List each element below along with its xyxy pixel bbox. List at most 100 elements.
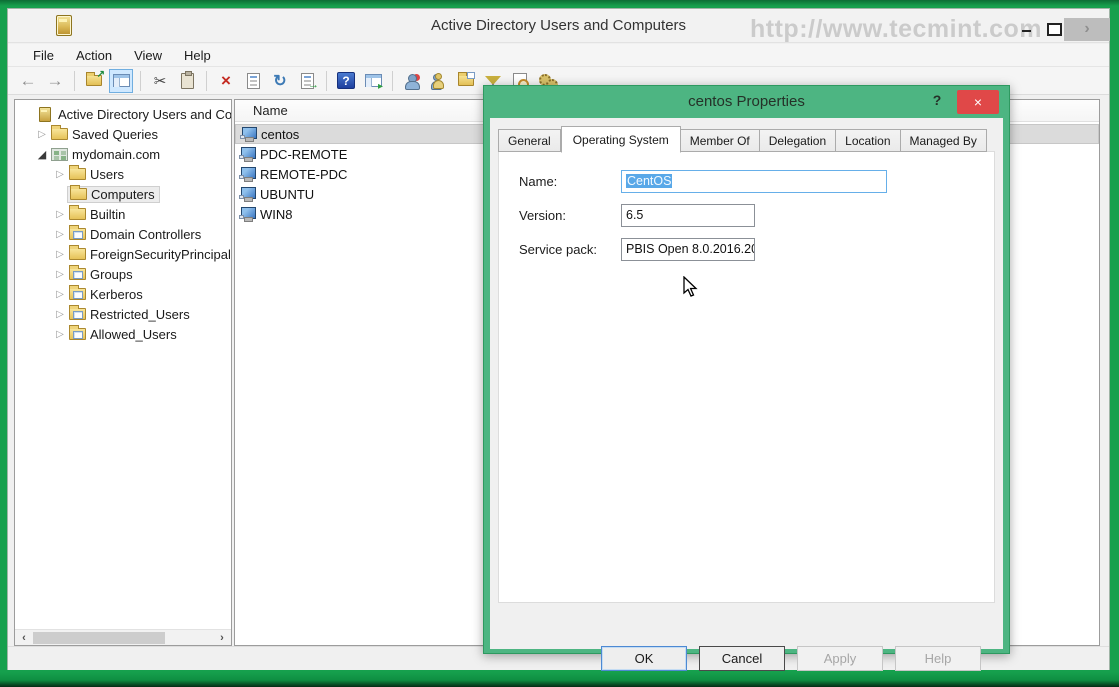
list-item-label: UBUNTU xyxy=(260,187,314,202)
tree-item-users[interactable]: ▷ Users xyxy=(15,164,231,184)
selected-text: CentOS xyxy=(626,174,672,188)
menu-file[interactable]: File xyxy=(24,46,63,65)
tree-item-root[interactable]: Active Directory Users and Com xyxy=(15,104,231,124)
version-field-row: Version: 6.5 xyxy=(499,204,994,228)
service-pack-field-row: Service pack: PBIS Open 8.0.2016.20 xyxy=(499,238,994,262)
toolbar-separator xyxy=(326,71,327,91)
ok-button[interactable]: OK xyxy=(601,646,687,671)
scrollbar-thumb[interactable] xyxy=(33,632,165,644)
tree-item-restricted-users[interactable]: ▷ Restricted_Users xyxy=(15,304,231,324)
service-pack-input[interactable]: PBIS Open 8.0.2016.20 xyxy=(621,238,755,261)
watermark-text: http://www.tecmint.com xyxy=(750,15,1042,44)
delete-icon[interactable]: × xyxy=(214,69,238,93)
menu-bar: File Action View Help xyxy=(8,44,1109,67)
cut-icon[interactable]: ✂ xyxy=(148,69,172,93)
scroll-left-icon[interactable]: ‹ xyxy=(17,631,31,645)
minimize-button[interactable] xyxy=(1016,21,1038,37)
toolbar-separator xyxy=(392,71,393,91)
chevron-button[interactable]: › xyxy=(1064,18,1110,41)
console-icon xyxy=(35,107,55,122)
properties-icon[interactable] xyxy=(241,69,265,93)
service-pack-label: Service pack: xyxy=(519,242,597,257)
paste-icon[interactable] xyxy=(175,69,199,93)
show-console-tree-icon[interactable] xyxy=(109,69,133,93)
tree-item-label: Groups xyxy=(87,267,133,282)
tree-item-label: Active Directory Users and Com xyxy=(55,107,231,122)
tab-operating-system[interactable]: Operating System xyxy=(561,126,681,153)
tab-delegation[interactable]: Delegation xyxy=(760,129,836,152)
expander-collapsed-icon[interactable]: ▷ xyxy=(53,269,67,280)
new-ou-icon[interactable] xyxy=(454,69,478,93)
expander-collapsed-icon[interactable]: ▷ xyxy=(53,249,67,260)
tree-item-saved-queries[interactable]: ▷ Saved Queries xyxy=(15,124,231,144)
tab-member-of[interactable]: Member Of xyxy=(681,129,760,152)
new-user-icon[interactable] xyxy=(400,69,424,93)
new-window-icon[interactable]: ▸ xyxy=(361,69,385,93)
expander-expanded-icon[interactable]: ◢ xyxy=(35,148,49,161)
list-item-label: REMOTE-PDC xyxy=(260,167,347,182)
tree-item-label: mydomain.com xyxy=(69,147,160,162)
tree-item-builtin[interactable]: ▷ Builtin xyxy=(15,204,231,224)
export-list-icon[interactable]: → xyxy=(295,69,319,93)
expander-collapsed-icon[interactable]: ▷ xyxy=(53,329,67,340)
folder-icon xyxy=(49,128,69,140)
name-input[interactable]: CentOS xyxy=(621,170,887,193)
tree-item-groups[interactable]: ▷ Groups xyxy=(15,264,231,284)
dialog-title-bar[interactable]: centos Properties ? × xyxy=(484,86,1009,118)
ou-folder-icon xyxy=(67,268,87,280)
cancel-button[interactable]: Cancel xyxy=(699,646,785,671)
expander-collapsed-icon[interactable]: ▷ xyxy=(53,229,67,240)
centos-properties-dialog: centos Properties ? × General Operating … xyxy=(483,85,1010,654)
list-item-label: PDC-REMOTE xyxy=(260,147,347,162)
tree-item-label: Computers xyxy=(88,187,155,202)
tree-item-foreign-security-principals[interactable]: ▷ ForeignSecurityPrincipals xyxy=(15,244,231,264)
dialog-help-icon[interactable]: ? xyxy=(927,92,947,108)
expander-collapsed-icon[interactable]: ▷ xyxy=(53,289,67,300)
tree-item-label: Restricted_Users xyxy=(87,307,190,322)
computer-icon xyxy=(239,207,255,221)
up-one-level-icon[interactable]: ↗ xyxy=(82,69,106,93)
expander-collapsed-icon[interactable]: ▷ xyxy=(53,309,67,320)
expander-collapsed-icon[interactable]: ▷ xyxy=(35,129,49,140)
refresh-icon[interactable]: ↻ xyxy=(268,69,292,93)
dialog-close-icon[interactable]: × xyxy=(957,90,999,114)
expander-collapsed-icon[interactable]: ▷ xyxy=(53,169,67,180)
screen: Active Directory Users and Computers htt… xyxy=(0,0,1119,687)
new-group-icon[interactable] xyxy=(427,69,451,93)
domain-icon xyxy=(49,148,69,161)
list-item-label: centos xyxy=(261,127,299,142)
back-icon[interactable]: ← xyxy=(16,69,40,93)
tree-item-mydomain[interactable]: ◢ mydomain.com xyxy=(15,144,231,164)
menu-view[interactable]: View xyxy=(125,46,171,65)
help-icon[interactable]: ? xyxy=(334,69,358,93)
version-label: Version: xyxy=(519,208,566,223)
menu-help[interactable]: Help xyxy=(175,46,220,65)
computer-icon xyxy=(240,127,256,141)
tree-item-allowed-users[interactable]: ▷ Allowed_Users xyxy=(15,324,231,344)
tree-item-computers[interactable]: Computers xyxy=(15,184,231,204)
apply-button[interactable]: Apply xyxy=(797,646,883,671)
tab-location[interactable]: Location xyxy=(836,129,900,152)
list-item-label: WIN8 xyxy=(260,207,293,222)
tree-item-kerberos[interactable]: ▷ Kerberos xyxy=(15,284,231,304)
version-input[interactable]: 6.5 xyxy=(621,204,755,227)
toolbar-separator xyxy=(74,71,75,91)
console-tree-pane: Active Directory Users and Com ▷ Saved Q… xyxy=(14,99,232,646)
help-button[interactable]: Help xyxy=(895,646,981,671)
tree-item-label: ForeignSecurityPrincipals xyxy=(87,247,231,262)
horizontal-scrollbar[interactable]: ‹ › xyxy=(15,629,231,645)
expander-collapsed-icon[interactable]: ▷ xyxy=(53,209,67,220)
tab-managed-by[interactable]: Managed By xyxy=(901,129,987,152)
tree-item-label: Builtin xyxy=(87,207,125,222)
selected-tree-item[interactable]: Computers xyxy=(67,186,160,203)
tab-general[interactable]: General xyxy=(498,129,561,152)
maximize-button[interactable] xyxy=(1042,21,1064,37)
forward-icon[interactable]: → xyxy=(43,69,67,93)
menu-action[interactable]: Action xyxy=(67,46,121,65)
tree-item-label: Users xyxy=(87,167,124,182)
dialog-button-row: OK Cancel Apply Help xyxy=(490,646,1003,671)
ou-folder-icon xyxy=(67,328,87,340)
scroll-right-icon[interactable]: › xyxy=(215,631,229,645)
tree-item-domain-controllers[interactable]: ▷ Domain Controllers xyxy=(15,224,231,244)
mouse-cursor xyxy=(683,276,703,303)
